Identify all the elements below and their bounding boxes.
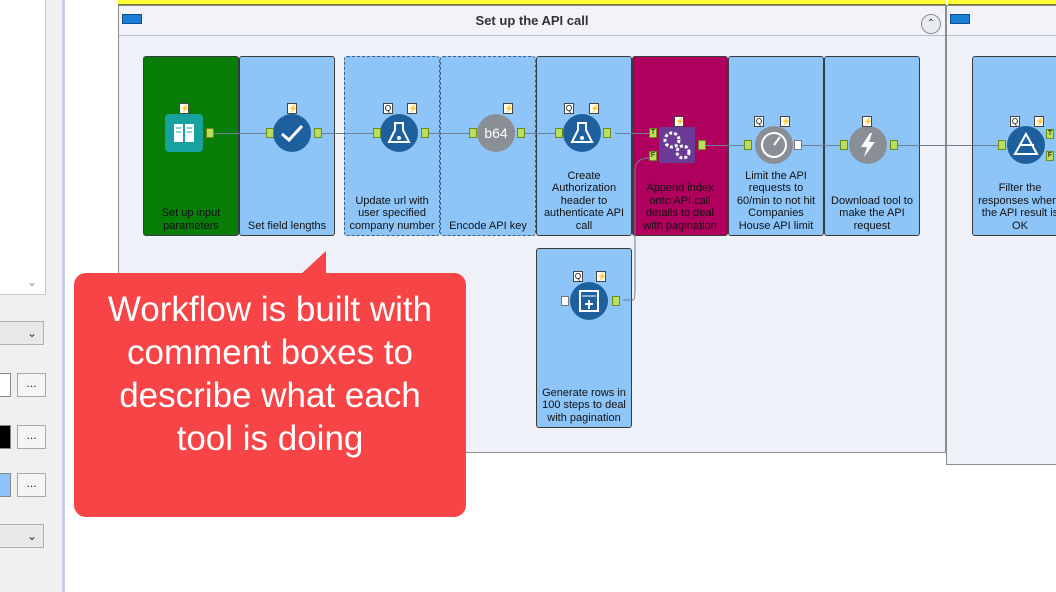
- connection-wire[interactable]: [321, 133, 381, 134]
- container-title-bar[interactable]: Set up the API call ⌃: [119, 6, 945, 36]
- container-title-bar-2[interactable]: [947, 6, 1056, 36]
- input-anchor[interactable]: [266, 128, 274, 138]
- connection-wire[interactable]: [212, 133, 274, 134]
- dropdown-2[interactable]: ⌄: [0, 524, 44, 548]
- connection-wire[interactable]: [897, 145, 1002, 146]
- connection-wire[interactable]: [705, 145, 745, 146]
- true-anchor[interactable]: T: [1046, 129, 1054, 139]
- input-anchor[interactable]: [469, 128, 477, 138]
- ellipsis-button-2[interactable]: ...: [17, 425, 46, 449]
- base64-encoder-icon[interactable]: b64: [477, 114, 515, 152]
- color-swatch-black[interactable]: [0, 425, 11, 449]
- false-anchor[interactable]: F: [1046, 151, 1054, 161]
- input-anchor[interactable]: [744, 140, 752, 150]
- cache-badge-icon: ⚡: [407, 103, 418, 114]
- collapse-icon[interactable]: ⌃: [921, 14, 941, 34]
- comment-label: Generate rows in 100 steps to deal with …: [542, 386, 626, 424]
- output-anchor[interactable]: [890, 140, 898, 150]
- chevron-down-icon: ⌄: [26, 326, 37, 340]
- input-anchor[interactable]: [373, 128, 381, 138]
- chevron-down-icon: ⌄: [26, 529, 37, 543]
- cache-badge-icon: ⚡: [1034, 116, 1045, 127]
- comment-label: Filter the responses where the API resul…: [978, 182, 1056, 232]
- color-swatch-white[interactable]: [0, 373, 11, 397]
- callout-pointer: [300, 251, 326, 275]
- source-anchor[interactable]: F: [649, 151, 657, 161]
- connection-wire[interactable]: [615, 133, 649, 134]
- connection-wire-generate[interactable]: [605, 150, 655, 310]
- append-fields-gears-icon[interactable]: [659, 127, 695, 163]
- cache-badge-icon: ⚡: [674, 116, 685, 127]
- filter-triangle-icon[interactable]: [1007, 126, 1045, 164]
- workflow-canvas[interactable]: Set up the API call ⌃ Set up input param…: [65, 0, 1056, 592]
- dropdown-1[interactable]: ⌄: [0, 321, 44, 345]
- quality-badge-icon: Q: [573, 271, 583, 282]
- text-input-book-icon[interactable]: [165, 114, 203, 152]
- properties-list[interactable]: [0, 0, 46, 295]
- input-anchor[interactable]: [840, 140, 848, 150]
- formula-flask-icon[interactable]: [563, 114, 601, 152]
- ellipsis-button-3[interactable]: ...: [17, 473, 46, 497]
- ellipsis-button-1[interactable]: ...: [17, 373, 46, 397]
- output-anchor[interactable]: [314, 128, 322, 138]
- input-anchor[interactable]: [555, 128, 563, 138]
- output-anchor[interactable]: [206, 128, 214, 138]
- cache-badge-icon: ⚡: [780, 116, 791, 127]
- cache-badge-icon: ⚡: [287, 103, 298, 114]
- output-anchor[interactable]: [421, 128, 429, 138]
- input-anchor[interactable]: [998, 140, 1006, 150]
- cache-badge-icon: ⚡: [589, 103, 600, 114]
- comment-label: Set up input parameters: [161, 207, 221, 232]
- cache-badge-icon: ⚡: [503, 103, 514, 114]
- comment-label: Update url with user specified company n…: [349, 194, 435, 232]
- annotation-callout: Workflow is built with comment boxes to …: [74, 273, 466, 517]
- comment-label: Encode API key: [449, 219, 527, 232]
- output-anchor[interactable]: [603, 128, 611, 138]
- cache-badge-icon: ⚡: [179, 103, 190, 114]
- color-swatch-blue[interactable]: [0, 473, 11, 497]
- download-lightning-icon[interactable]: [849, 126, 887, 164]
- comment-label: Limit the API requests to 60/min to not …: [736, 169, 816, 232]
- comment-label: Set field lengths: [247, 219, 327, 232]
- callout-text: Workflow is built with comment boxes to …: [107, 290, 433, 458]
- output-anchor[interactable]: [612, 296, 620, 306]
- connection-wire[interactable]: [427, 133, 473, 134]
- output-anchor[interactable]: [517, 128, 525, 138]
- cache-badge-icon: ⚡: [596, 271, 607, 282]
- connection-wire[interactable]: [800, 145, 843, 146]
- quality-badge-icon: Q: [754, 116, 764, 127]
- targets-anchor[interactable]: T: [649, 128, 657, 138]
- container-title: Set up the API call: [475, 13, 589, 28]
- cache-badge-icon: ⚡: [862, 116, 873, 127]
- throttle-gauge-icon[interactable]: [755, 126, 793, 164]
- output-anchor[interactable]: [698, 140, 706, 150]
- generate-rows-icon[interactable]: [570, 282, 608, 320]
- list-scroll-down-icon[interactable]: ⌄: [22, 272, 42, 292]
- quality-badge-icon: Q: [1010, 116, 1020, 127]
- quality-badge-icon: Q: [383, 103, 393, 114]
- output-anchor[interactable]: [794, 140, 802, 150]
- container-icon: [950, 14, 970, 24]
- select-checkmark-icon[interactable]: [273, 114, 311, 152]
- input-anchor[interactable]: [561, 296, 569, 306]
- quality-badge-icon: Q: [564, 103, 574, 114]
- properties-panel: ⌄ ⌄ ... ... ... ⌄: [0, 0, 62, 592]
- comment-label: Download tool to make the API request: [831, 194, 913, 232]
- formula-flask-icon[interactable]: [380, 114, 418, 152]
